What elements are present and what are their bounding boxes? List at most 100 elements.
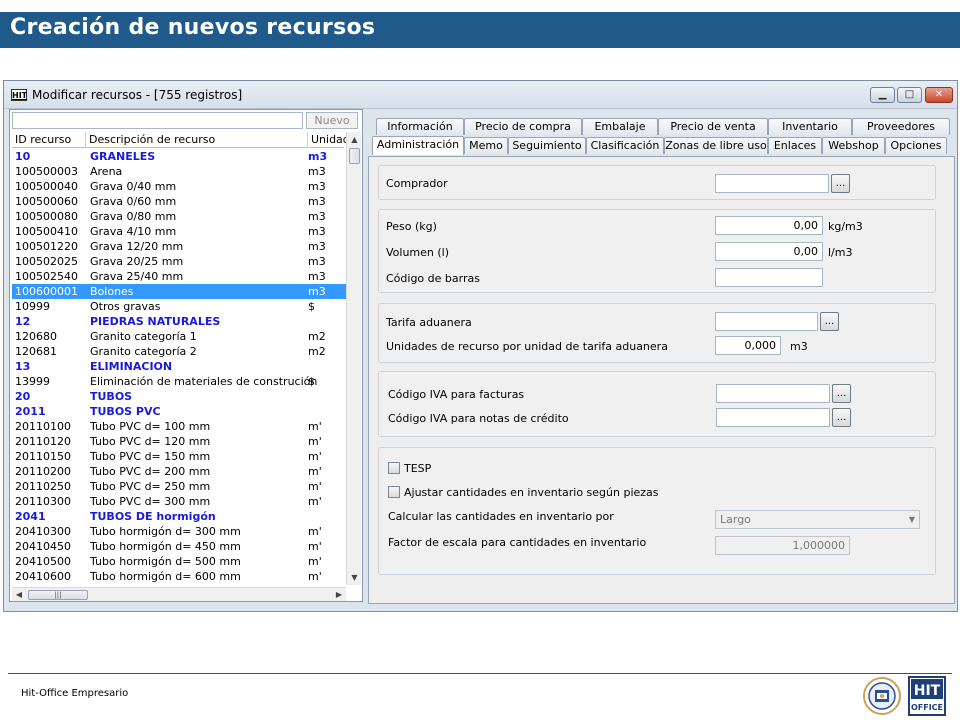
volumen-field[interactable]: 0,00 [715,242,823,261]
table-row[interactable]: 100502540 Grava 25/40 mm m3 [12,269,346,284]
table-row[interactable]: 100502025 Grava 20/25 mm m3 [12,254,346,269]
tab-opciones[interactable]: Opciones [885,137,947,154]
close-button[interactable]: ✕ [925,87,953,103]
factor-field[interactable]: 1,000000 [715,536,850,555]
group-row[interactable]: 10 GRANELES m3 [12,149,346,164]
table-row[interactable]: 100500410 Grava 4/10 mm m3 [12,224,346,239]
row-desc: ELIMINACION [90,360,173,373]
table-row[interactable]: 100500040 Grava 0/40 mm m3 [12,179,346,194]
tab-clasificacion[interactable]: Clasificación [586,137,664,154]
table-row[interactable]: 20110120 Tubo PVC d= 120 mm m' [12,434,346,449]
tarifa-lookup-button[interactable]: ... [820,312,839,331]
row-unit: m3 [308,195,326,208]
table-row[interactable]: 100500080 Grava 0/80 mm m3 [12,209,346,224]
table-row[interactable]: 20410450 Tubo hormigón d= 450 mm m' [12,539,346,554]
hscroll-thumb[interactable]: ||| [28,590,88,600]
row-id: 13999 [15,375,50,388]
administracion-panel: Comprador ... Peso (kg) 0,00 kg/m3 Volum… [368,156,955,604]
table-row[interactable]: 20110200 Tubo PVC d= 200 mm m' [12,464,346,479]
table-row[interactable]: 20110100 Tubo PVC d= 100 mm m' [12,419,346,434]
header-id-recurso[interactable]: ID recurso [12,132,86,148]
tab-proveedores[interactable]: Proveedores [852,118,950,135]
row-desc: TUBOS [90,390,133,403]
table-row[interactable]: 100600001 Bolones m3 [12,284,346,299]
codigo-barras-field[interactable] [715,268,823,287]
group-row[interactable]: 12 PIEDRAS NATURALES [12,314,346,329]
calcular-select[interactable]: Largo ▼ [715,510,920,529]
nuevo-button[interactable]: Nuevo [306,112,358,129]
group-row[interactable]: 13 ELIMINACION [12,359,346,374]
header-unidad[interactable]: Unidad [308,132,350,148]
ajustar-label: Ajustar cantidades en inventario según p… [404,486,659,499]
header-descripcion[interactable]: Descripción de recurso [86,132,308,148]
scroll-thumb[interactable] [349,148,360,164]
row-unit: $ [308,375,315,388]
row-unit: m3 [308,255,326,268]
tab-inventario[interactable]: Inventario [768,118,852,135]
comprador-field[interactable] [715,174,829,193]
peso-field[interactable]: 0,00 [715,216,823,235]
table-row[interactable]: 120681 Granito categoría 2 m2 [12,344,346,359]
row-id: 100500040 [15,180,78,193]
factor-label: Factor de escala para cantidades en inve… [388,536,647,549]
tab-enlaces[interactable]: Enlaces [768,137,822,154]
vertical-scrollbar[interactable]: ▲ ▼ [346,132,361,585]
minimize-icon: ▁ [878,89,887,100]
scroll-left-icon[interactable]: ◀ [12,588,26,602]
hit-office-logo: HIT OFFICE [908,676,946,716]
scroll-right-icon[interactable]: ▶ [332,588,346,602]
volumen-unit: l/m3 [828,246,853,259]
table-row[interactable]: 120680 Granito categoría 1 m2 [12,329,346,344]
tab-embalaje[interactable]: Embalaje [582,118,658,135]
inventario-options-group: TESP Ajustar cantidades en inventario se… [378,447,936,575]
scroll-down-icon[interactable]: ▼ [347,570,362,585]
iva-facturas-lookup-button[interactable]: ... [832,384,851,403]
tesp-checkbox[interactable] [388,462,400,474]
comprador-label: Comprador [386,177,448,190]
iva-notas-field[interactable] [716,408,830,427]
tab-informacion[interactable]: Información [376,118,464,135]
table-row[interactable]: 13999 Eliminación de materiales de constr… [12,374,346,389]
table-row[interactable]: 20110150 Tubo PVC d= 150 mm m' [12,449,346,464]
table-row[interactable]: 100501220 Grava 12/20 mm m3 [12,239,346,254]
minimize-button[interactable]: ▁ [870,87,895,103]
tab-memo[interactable]: Memo [464,137,508,154]
row-unit: m3 [308,210,326,223]
tab-zonas-de-libre-uso[interactable]: Zonas de libre uso [664,137,768,154]
table-row[interactable]: 20110300 Tubo PVC d= 300 mm m' [12,494,346,509]
table-row[interactable]: 100500003 Arena m3 [12,164,346,179]
tab-precio-de-compra[interactable]: Precio de compra [464,118,582,135]
group-row[interactable]: 2041 TUBOS DE hormigón [12,509,346,524]
iva-facturas-field[interactable] [716,384,830,403]
comprador-lookup-button[interactable]: ... [831,174,850,193]
iva-notas-lookup-button[interactable]: ... [832,408,851,427]
tab-seguimiento[interactable]: Seguimiento [508,137,586,154]
row-id: 20410600 [15,570,71,583]
table-row[interactable]: 20410500 Tubo hormigón d= 500 mm m' [12,554,346,569]
search-input[interactable] [12,112,303,129]
row-desc: Tubo PVC d= 120 mm [90,435,211,448]
row-id: 20110120 [15,435,71,448]
tab-webshop[interactable]: Webshop [822,137,885,154]
ajustar-checkbox[interactable] [388,486,400,498]
tab-administracion[interactable]: Administración [372,136,464,155]
tarifa-aduanera-field[interactable] [715,312,818,331]
row-desc: Arena [90,165,123,178]
maximize-button[interactable]: □ [897,87,922,103]
window-titlebar[interactable]: HIT Modificar recursos - [755 registros]… [4,81,957,109]
table-row[interactable]: 20410600 Tubo hormigón d= 600 mm m' [12,569,346,584]
table-row[interactable]: 100500060 Grava 0/60 mm m3 [12,194,346,209]
unidades-tarifa-field[interactable]: 0,000 [715,336,781,355]
horizontal-scrollbar[interactable]: ◀ ||| ▶ [12,587,346,601]
row-unit: m' [308,555,322,568]
row-unit: m3 [308,180,326,193]
group-row[interactable]: 2011 TUBOS PVC [12,404,346,419]
group-row[interactable]: 20 TUBOS [12,389,346,404]
row-unit: m' [308,480,322,493]
scroll-up-icon[interactable]: ▲ [347,132,362,147]
tab-precio-de-venta[interactable]: Precio de venta [658,118,768,135]
table-row[interactable]: 20110250 Tubo PVC d= 250 mm m' [12,479,346,494]
table-row[interactable]: 10999 Otros gravas $ [12,299,346,314]
table-row[interactable]: 20410300 Tubo hormigón d= 300 mm m' [12,524,346,539]
row-id: 2041 [15,510,46,523]
